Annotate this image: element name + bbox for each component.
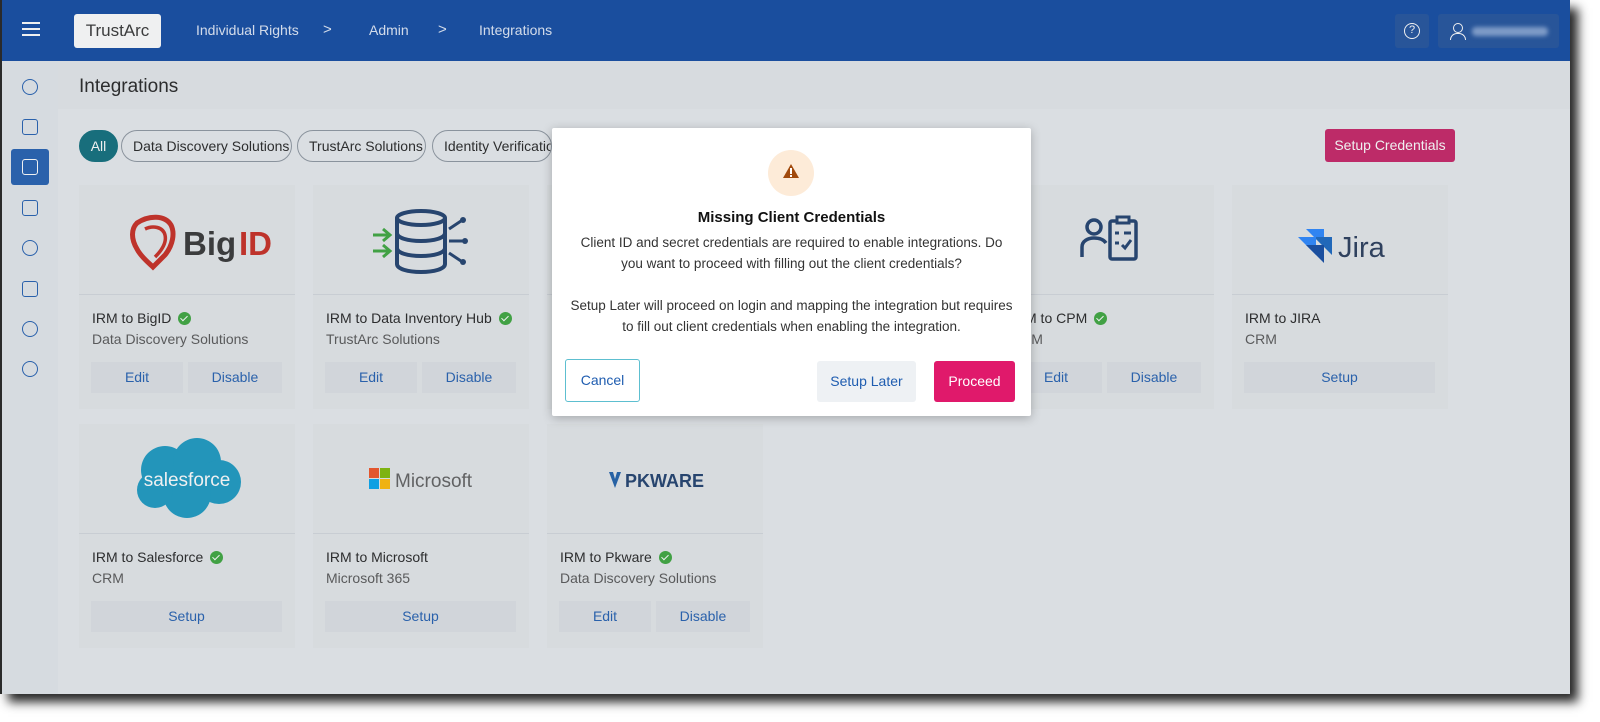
cancel-button[interactable]: Cancel: [565, 359, 640, 402]
setup-later-button[interactable]: Setup Later: [817, 361, 916, 402]
dialog-title: Missing Client Credentials: [697, 209, 886, 226]
dialog-body: Client ID and secret credentials are req…: [570, 232, 1013, 358]
missing-credentials-dialog: Missing Client Credentials Client ID and…: [552, 128, 1031, 416]
dialog-paragraph-2: Setup Later will proceed on login and ma…: [570, 298, 1013, 334]
proceed-button[interactable]: Proceed: [934, 361, 1015, 402]
app-window: TrustArc Individual Rights > Admin > Int…: [0, 0, 1570, 694]
warning-icon: [768, 150, 814, 196]
dialog-paragraph-1: Client ID and secret credentials are req…: [580, 235, 1003, 271]
